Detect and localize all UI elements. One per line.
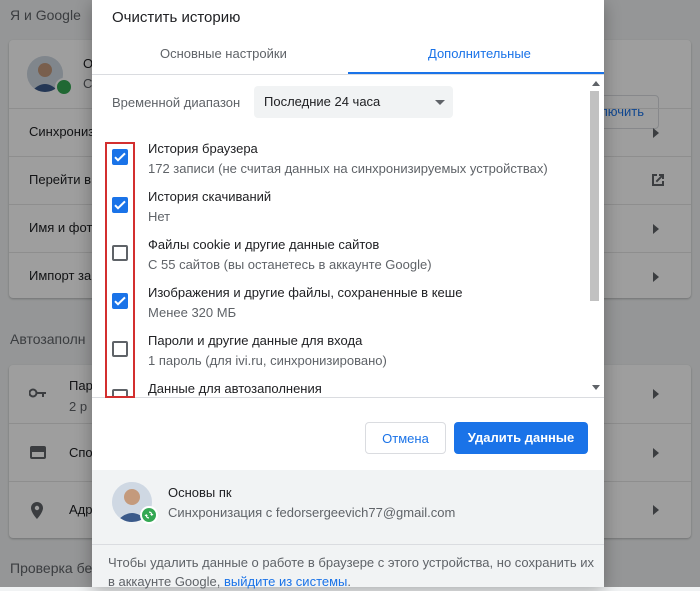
dialog-scroll-area[interactable]: Временной диапазон Последние 24 часа Ист… (92, 75, 604, 397)
checkbox-item-cookies[interactable]: Файлы cookie и другие данные сайтов С 55… (92, 237, 604, 285)
checkbox-item-cached-images[interactable]: Изображения и другие файлы, сохраненные … (92, 285, 604, 333)
actions-divider (92, 397, 604, 398)
dialog-footer: Основы пк Синхронизация с fedorsergeevic… (92, 470, 604, 589)
checkbox-item-browsing-history[interactable]: История браузера 172 записи (не считая д… (92, 141, 604, 189)
account-name: Основы пк (168, 485, 232, 500)
item-sub: С 55 сайтов (вы останетесь в аккаунте Go… (148, 257, 432, 272)
signout-note: Чтобы удалить данные о работе в браузере… (108, 553, 594, 591)
checkbox-item-download-history[interactable]: История скачиваний Нет (92, 189, 604, 237)
cancel-button[interactable]: Отмена (365, 422, 446, 454)
item-title: История браузера (148, 141, 258, 156)
checkbox-highlight-box (105, 142, 135, 398)
item-title: Данные для автозаполнения (148, 381, 322, 396)
scroll-down-arrow-icon[interactable] (592, 385, 600, 390)
scrollbar-thumb[interactable] (590, 91, 599, 301)
item-title: Файлы cookie и другие данные сайтов (148, 237, 380, 252)
item-title: История скачиваний (148, 189, 272, 204)
time-range-value: Последние 24 часа (264, 94, 381, 109)
checkbox-item-passwords[interactable]: Пароли и другие данные для входа 1 парол… (92, 333, 604, 381)
dialog-title: Очистить историю (112, 9, 241, 26)
item-sub: Нет (148, 209, 171, 224)
clear-history-dialog: Очистить историю Основные настройки Допо… (92, 0, 604, 589)
item-title: Пароли и другие данные для входа (148, 333, 363, 348)
item-title: Изображения и другие файлы, сохраненные … (148, 285, 463, 300)
sync-icon (140, 506, 158, 524)
tab-basic-settings[interactable]: Основные настройки (160, 46, 287, 61)
item-sub: 1 пароль (для ivi.ru, синхронизировано) (148, 353, 387, 368)
account-sync-status: Синхронизация с fedorsergeevich77@gmail.… (168, 505, 456, 520)
item-sub: Менее 320 МБ (148, 305, 237, 320)
scroll-up-arrow-icon[interactable] (592, 81, 600, 86)
checkbox-item-autofill[interactable]: Данные для автозаполнения (92, 381, 604, 397)
time-range-select[interactable]: Последние 24 часа (254, 86, 453, 118)
delete-data-button[interactable]: Удалить данные (454, 422, 588, 454)
time-range-label: Временной диапазон (112, 95, 241, 110)
item-sub: 172 записи (не считая данных на синхрони… (148, 161, 548, 176)
footer-divider (92, 544, 604, 545)
tab-advanced[interactable]: Дополнительные (428, 46, 531, 61)
dropdown-arrow-icon (435, 100, 445, 105)
